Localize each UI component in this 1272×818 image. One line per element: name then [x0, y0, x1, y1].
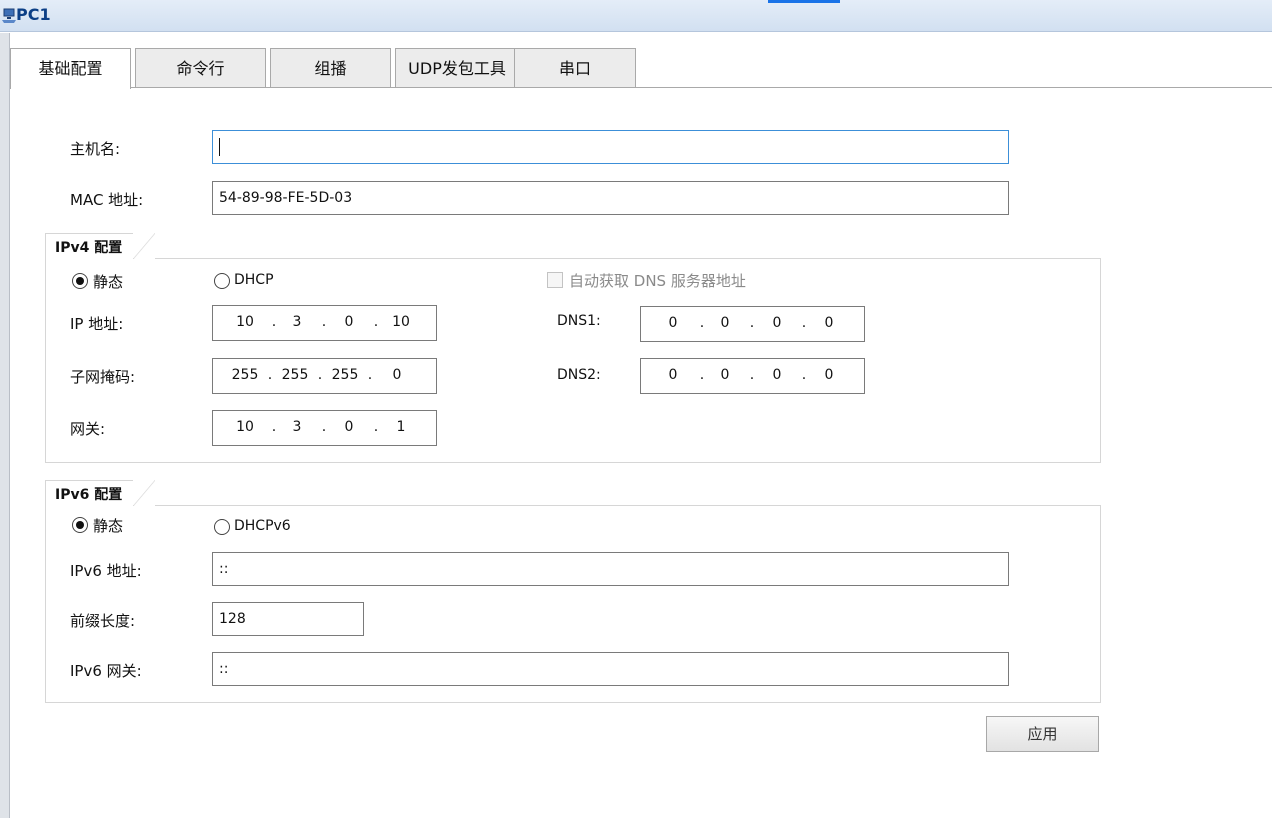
- window-title: PC1: [16, 5, 51, 24]
- ipv6-group-title: IPv6 配置: [45, 480, 155, 506]
- ip-dot: .: [321, 419, 327, 435]
- ipv4-dhcp-radio[interactable]: [214, 273, 230, 289]
- gateway-octet: 1: [396, 419, 406, 435]
- ipv6-gateway-label: IPv6 网关:: [70, 662, 142, 680]
- gateway-octet: 3: [292, 419, 302, 435]
- mac-label: MAC 地址:: [70, 191, 144, 209]
- dns1-input[interactable]: 0 . 0 . 0 . 0: [640, 306, 865, 342]
- ip-dot: .: [321, 314, 327, 330]
- subnet-mask-label: 子网掩码:: [70, 368, 136, 386]
- auto-dns-label: 自动获取 DNS 服务器地址: [569, 272, 746, 290]
- ip-octet: 0: [344, 314, 354, 330]
- dns1-octet: 0: [772, 315, 782, 331]
- tab-multicast[interactable]: 组播: [270, 48, 391, 87]
- ipv6-static-radio[interactable]: [72, 517, 88, 533]
- ip-dot: .: [801, 367, 807, 383]
- ip-dot: .: [267, 367, 273, 383]
- ip-address-input[interactable]: 10 . 3 . 0 . 10: [212, 305, 437, 341]
- gateway-octet: 0: [344, 419, 354, 435]
- tab-udp-tool[interactable]: UDP发包工具: [395, 48, 519, 87]
- dns2-octet: 0: [668, 367, 678, 383]
- dns2-octet: 0: [772, 367, 782, 383]
- auto-dns-checkbox[interactable]: [547, 272, 563, 288]
- dns1-label: DNS1:: [557, 313, 601, 329]
- ipv6-dhcp-label: DHCPv6: [234, 518, 291, 534]
- ip-dot: .: [367, 367, 373, 383]
- dns1-octet: 0: [720, 315, 730, 331]
- tab-panel-border: [10, 87, 1272, 88]
- title-accent-bar: [768, 0, 840, 3]
- ipv4-static-radio[interactable]: [72, 273, 88, 289]
- ipv4-dhcp-label: DHCP: [234, 272, 274, 288]
- mask-octet: 255: [331, 367, 359, 383]
- mask-octet: 255: [281, 367, 309, 383]
- tab-command-line[interactable]: 命令行: [135, 48, 266, 87]
- subnet-mask-input[interactable]: 255 . 255 . 255 . 0: [212, 358, 437, 394]
- mask-octet: 0: [392, 367, 402, 383]
- gateway-label: 网关:: [70, 420, 106, 438]
- prefix-length-input[interactable]: 128: [212, 602, 364, 636]
- gateway-octet: 10: [236, 419, 254, 435]
- dns2-octet: 0: [720, 367, 730, 383]
- ip-dot: .: [317, 367, 323, 383]
- dns2-input[interactable]: 0 . 0 . 0 . 0: [640, 358, 865, 394]
- ipv6-dhcp-radio[interactable]: [214, 519, 230, 535]
- mac-address-field[interactable]: 54-89-98-FE-5D-03: [212, 181, 1009, 215]
- left-border-strip: [0, 33, 10, 818]
- ipv6-address-label: IPv6 地址:: [70, 562, 142, 580]
- mask-octet: 255: [231, 367, 259, 383]
- prefix-length-label: 前缀长度:: [70, 612, 136, 630]
- dns2-label: DNS2:: [557, 367, 601, 383]
- text-caret: [219, 138, 220, 156]
- ipv6-static-label: 静态: [93, 517, 124, 535]
- dns2-octet: 0: [824, 367, 834, 383]
- ipv6-address-input[interactable]: ::: [212, 552, 1009, 586]
- ip-dot: .: [749, 367, 755, 383]
- hostname-label: 主机名:: [70, 140, 121, 158]
- ipv4-group-title: IPv4 配置: [45, 233, 155, 259]
- ip-dot: .: [373, 419, 379, 435]
- dns1-octet: 0: [824, 315, 834, 331]
- ip-dot: .: [373, 314, 379, 330]
- hostname-input[interactable]: [212, 130, 1009, 164]
- gateway-input[interactable]: 10 . 3 . 0 . 1: [212, 410, 437, 446]
- ipv6-gateway-input[interactable]: ::: [212, 652, 1009, 686]
- ip-octet: 10: [392, 314, 410, 330]
- apply-button[interactable]: 应用: [986, 716, 1099, 752]
- dns1-octet: 0: [668, 315, 678, 331]
- ip-octet: 3: [292, 314, 302, 330]
- ip-octet: 10: [236, 314, 254, 330]
- ipv4-static-label: 静态: [93, 273, 124, 291]
- ip-dot: .: [749, 315, 755, 331]
- tab-serial[interactable]: 串口: [514, 48, 636, 87]
- ip-address-label: IP 地址:: [70, 315, 124, 333]
- window-titlebar: PC1: [0, 0, 1272, 32]
- ip-dot: .: [801, 315, 807, 331]
- tab-basic-config[interactable]: 基础配置: [10, 48, 131, 89]
